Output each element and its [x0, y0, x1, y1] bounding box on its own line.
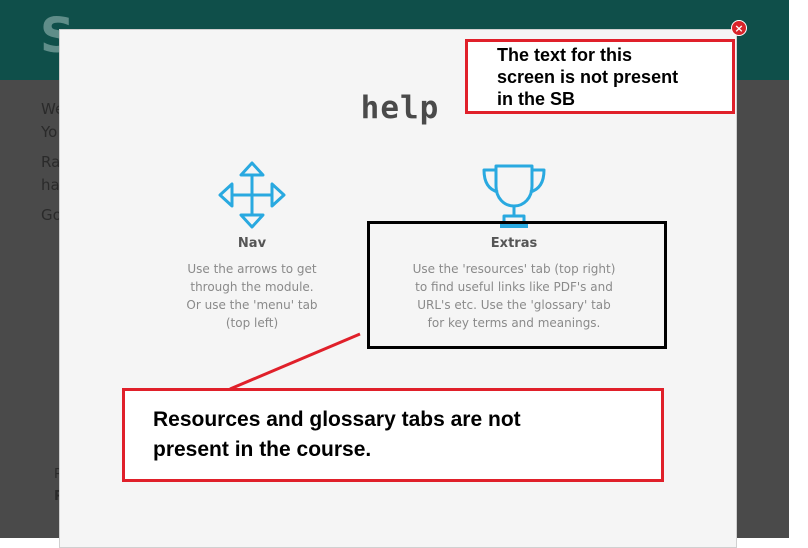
review-note-top: The text for this screen is not present …: [465, 39, 735, 114]
review-note-bottom: Resources and glossary tabs are not pres…: [122, 388, 664, 482]
